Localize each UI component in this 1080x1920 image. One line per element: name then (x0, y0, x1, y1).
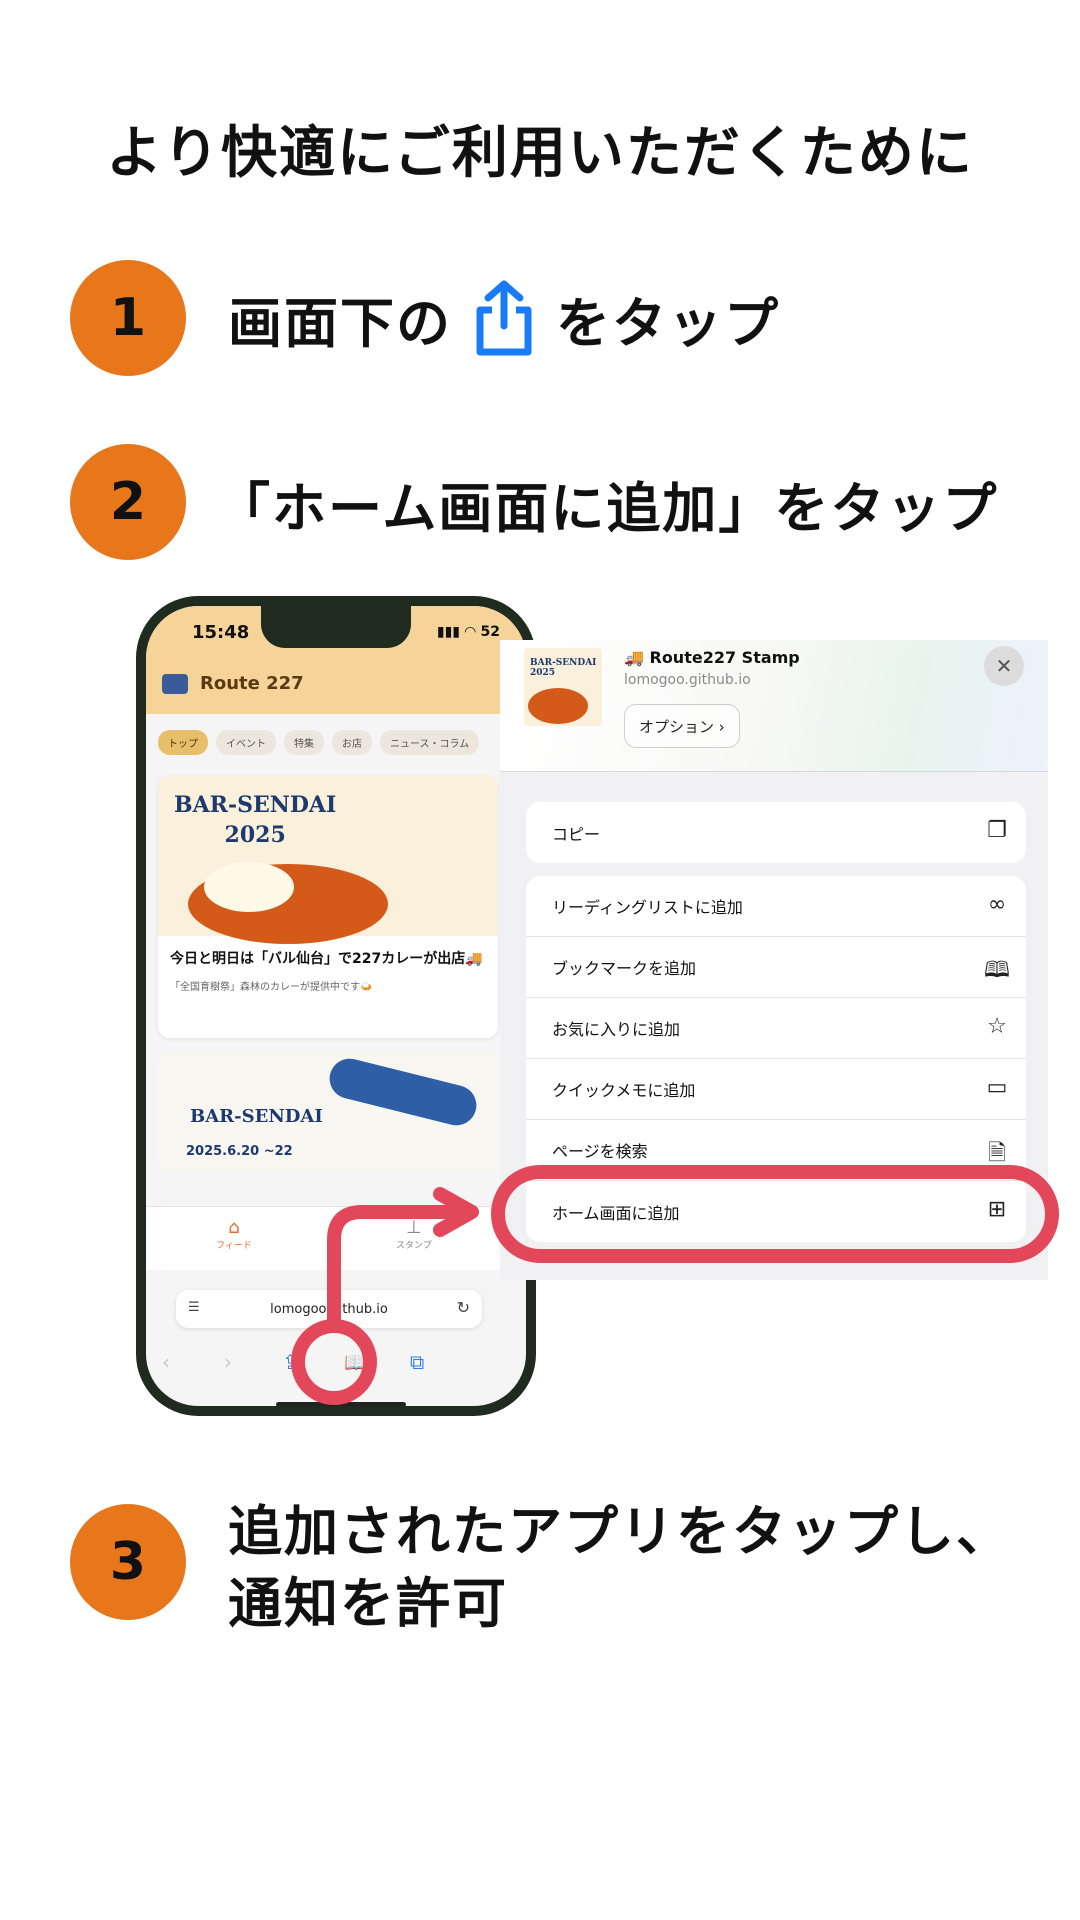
browser-toolbar: ‹ › ⇪ 📖 ⧉ (146, 1336, 526, 1386)
find-page-icon: 🗎 (988, 1141, 1006, 1166)
options-button[interactable]: オプション › (624, 704, 740, 748)
action-copy[interactable]: コピー ❐ (526, 802, 1026, 863)
article-image-text: BAR-SENDAI 2025 (174, 792, 337, 848)
app-header: Route 227 (146, 656, 526, 714)
share-button-icon[interactable]: ⇪ (282, 1350, 299, 1374)
action-add-bookmark-label: ブックマークを追加 (552, 959, 697, 978)
tabs-icon[interactable]: ⧉ (410, 1350, 424, 1374)
copy-icon: ❐ (987, 818, 1007, 843)
share-sheet-header: BAR-SENDAI 2025 🚚 Route227 Stamp lomogoo… (500, 640, 1048, 772)
thumb-text: BAR-SENDAI 2025 (530, 658, 597, 678)
action-reading-list[interactable]: リーディングリストに追加 ∞ (526, 876, 1026, 937)
glasses-icon: ∞ (987, 892, 1007, 917)
back-icon[interactable]: ‹ (162, 1350, 170, 1374)
close-icon[interactable]: ✕ (984, 646, 1024, 686)
action-find-on-page-label: ページを検索 (552, 1142, 648, 1161)
stamp-icon: ⊥ (406, 1217, 422, 1238)
action-add-to-home-label: ホーム画面に追加 (552, 1203, 680, 1223)
bottom-nav: ⌂ フィード ⊥ スタンプ (146, 1206, 526, 1270)
action-reading-list-label: リーディングリストに追加 (552, 898, 743, 917)
reload-icon[interactable]: ↻ (457, 1298, 470, 1317)
step-3-text: 追加されたアプリをタップし、 通知を許可 (228, 1496, 1012, 1640)
step-1-badge: 1 (70, 260, 186, 376)
step-3-badge: 3 (70, 1504, 186, 1620)
home-indicator (276, 1402, 406, 1406)
article-2-date: 2025.6.20 ~22 (186, 1144, 293, 1159)
article-card-image: BAR-SENDAI 2025 (158, 776, 498, 944)
action-add-to-home[interactable]: ホーム画面に追加 ⊞ (526, 1181, 1026, 1242)
action-add-favorite-label: お気に入りに追加 (552, 1020, 681, 1039)
action-add-bookmark[interactable]: ブックマークを追加 🕮 (526, 937, 1026, 998)
action-quick-note[interactable]: クイックメモに追加 ▭ (526, 1059, 1026, 1120)
rice-shape (204, 862, 294, 912)
star-icon: ☆ (987, 1014, 1007, 1039)
phone-screen: 15:48 ▮▮▮ ◠ 52 Route 227 トップ イベント 特集 お店 … (146, 606, 526, 1406)
phone-mockup: 15:48 ▮▮▮ ◠ 52 Route 227 トップ イベント 特集 お店 … (136, 596, 536, 1416)
action-add-favorite[interactable]: お気に入りに追加 ☆ (526, 998, 1026, 1059)
tab-news[interactable]: ニュース・コラム (380, 730, 480, 755)
category-tabs: トップ イベント 特集 お店 ニュース・コラム (158, 730, 480, 755)
article-subtitle: 「全国育樹祭」森林のカレーが提供中です🍛 (170, 982, 373, 993)
step-3-text-line2: 通知を許可 (228, 1572, 508, 1635)
nav-stamp[interactable]: ⊥ スタンプ (396, 1217, 432, 1251)
page-menu-icon[interactable]: ☰ (188, 1300, 200, 1315)
url-text: lomogoo.github.io (270, 1301, 388, 1317)
step-1-text-before: 画面下の (228, 291, 452, 355)
action-copy-label: コピー (552, 824, 601, 844)
bookmarks-icon[interactable]: 📖 (344, 1350, 369, 1374)
share-actions-group-2: リーディングリストに追加 ∞ ブックマークを追加 🕮 お気に入りに追加 ☆ クイ… (526, 876, 1026, 1242)
share-sheet-thumbnail: BAR-SENDAI 2025 (524, 648, 602, 726)
share-icon (476, 280, 532, 356)
add-square-icon: ⊞ (987, 1197, 1007, 1222)
share-sheet-app-name: 🚚 Route227 Stamp (624, 648, 800, 667)
nav-stamp-label: スタンプ (396, 1241, 432, 1251)
article-card-2[interactable]: BAR-SENDAI 2025.6.20 ~22 (158, 1052, 498, 1172)
home-icon: ⌂ (228, 1217, 240, 1238)
step-1-text-after: をタップ (556, 291, 780, 355)
share-sheet: BAR-SENDAI 2025 🚚 Route227 Stamp lomogoo… (500, 640, 1048, 1280)
article-2-image-text: BAR-SENDAI (190, 1106, 323, 1127)
app-name: Route 227 (200, 673, 304, 694)
article-card[interactable]: BAR-SENDAI 2025 今日と明日は「バル仙台」で227カレーが出店🚚 … (158, 776, 498, 1038)
step-2-text: 「ホーム画面に追加」をタップ (216, 476, 999, 540)
thumb-plate-shape (528, 688, 588, 724)
step-3-text-line1: 追加されたアプリをタップし、 (228, 1500, 1012, 1563)
nav-feed-label: フィード (216, 1241, 252, 1251)
action-find-on-page[interactable]: ページを検索 🗎 (526, 1120, 1026, 1181)
book-icon: 🕮 (984, 958, 1010, 983)
bottle-shape (325, 1054, 481, 1130)
tab-top[interactable]: トップ (158, 730, 208, 755)
action-quick-note-label: クイックメモに追加 (552, 1081, 696, 1100)
share-actions-group-1: コピー ❐ (526, 802, 1026, 863)
phone-notch (261, 606, 411, 648)
article-title: 今日と明日は「バル仙台」で227カレーが出店🚚 (170, 951, 483, 967)
status-icons: ▮▮▮ ◠ 52 (436, 624, 500, 640)
step-2-badge: 2 (70, 444, 186, 560)
nav-feed[interactable]: ⌂ フィード (216, 1217, 252, 1251)
share-sheet-domain: lomogoo.github.io (624, 672, 751, 688)
truck-logo-icon (162, 674, 188, 694)
tab-feature[interactable]: 特集 (284, 730, 324, 755)
status-time: 15:48 (192, 622, 250, 643)
forward-icon[interactable]: › (224, 1350, 232, 1374)
url-bar[interactable]: ☰ lomogoo.github.io ↻ (176, 1290, 482, 1328)
quick-note-icon: ▭ (986, 1075, 1008, 1100)
page-title: より快適にご利用いただくために (106, 121, 974, 186)
tab-event[interactable]: イベント (216, 730, 276, 755)
step-1-text: 画面下の をタップ (228, 280, 780, 356)
tab-shop[interactable]: お店 (332, 730, 372, 755)
